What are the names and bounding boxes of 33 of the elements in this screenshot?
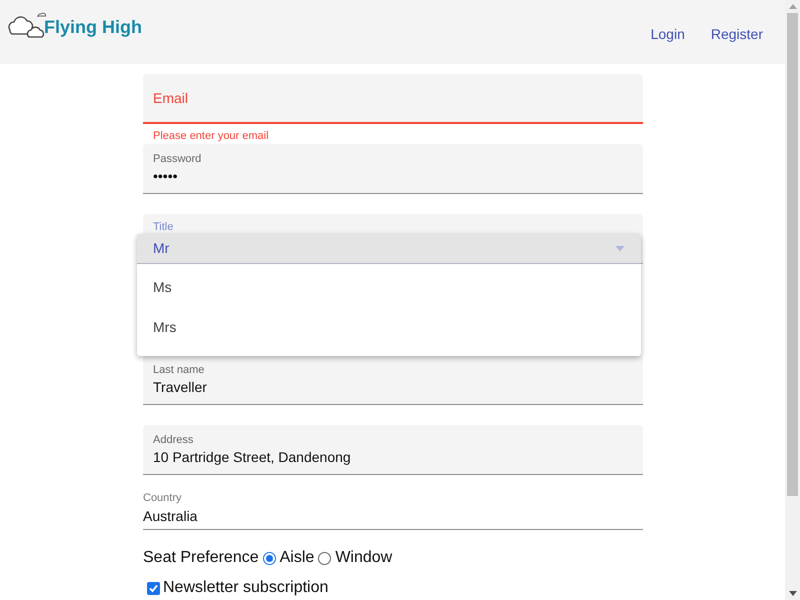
- field-label: Title: [153, 220, 174, 234]
- scrollbar[interactable]: [785, 0, 800, 600]
- radio-label: Aisle: [280, 548, 314, 568]
- error-message: Please enter your email: [152, 129, 270, 144]
- nav-link[interactable]: Login: [642, 22, 693, 47]
- field-value: •••••: [153, 166, 179, 186]
- checkbox-label: Newsletter subscription: [163, 579, 328, 597]
- logo-text[interactable]: Flying High: [44, 18, 142, 36]
- input-field[interactable]: Country Australia: [143, 490, 643, 530]
- field-label: Password: [153, 152, 202, 166]
- dropdown-caret-icon: [615, 246, 625, 252]
- input-field[interactable]: Last name Traveller: [143, 355, 643, 405]
- field-label: Country: [143, 491, 183, 505]
- scroll-down-icon[interactable]: [788, 591, 796, 596]
- field-label: Address: [153, 432, 194, 446]
- seat-preference-label: Seat Preference: [143, 548, 259, 568]
- field-value: Traveller: [153, 378, 208, 396]
- dropdown-option[interactable]: Mrs: [137, 304, 641, 344]
- clouds-icon: [6, 10, 46, 40]
- nav-link[interactable]: Register: [702, 22, 771, 47]
- input-field[interactable]: Password •••••: [143, 144, 643, 194]
- radio-button[interactable]: [318, 552, 332, 564]
- field-placeholder: Email: [153, 88, 190, 108]
- scrollbar-thumb[interactable]: [787, 13, 798, 496]
- dropdown-option[interactable]: Ms: [137, 264, 641, 304]
- field-label: Last name: [153, 362, 206, 376]
- checkbox[interactable]: [147, 582, 160, 594]
- field-value: Australia: [143, 507, 198, 526]
- radio-label: Window: [335, 548, 392, 568]
- radio-button[interactable]: [262, 552, 276, 564]
- field-value: 10 Partridge Street, Dandenong: [153, 448, 352, 466]
- input-field[interactable]: Address 10 Partridge Street, Dandenong: [143, 425, 643, 475]
- dropdown-option[interactable]: Mr: [137, 234, 641, 264]
